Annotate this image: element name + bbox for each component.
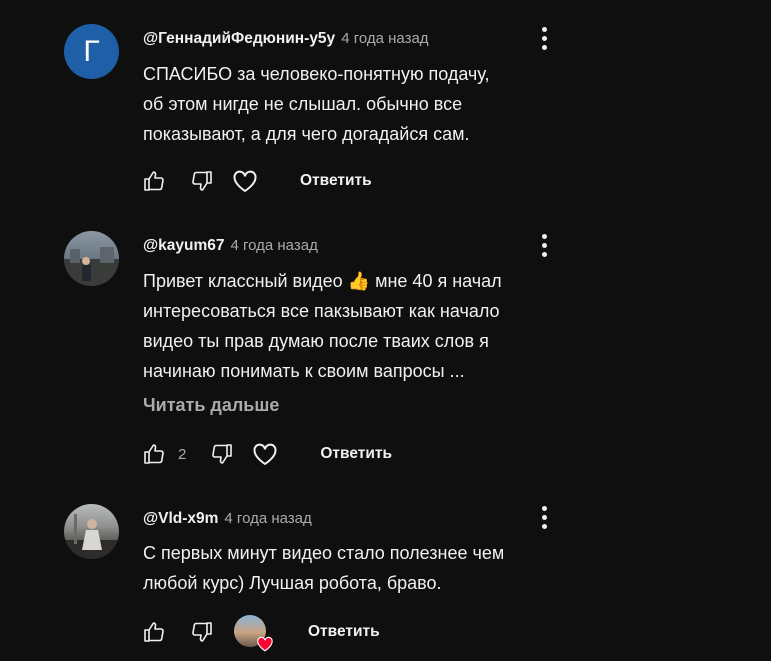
more-options-button[interactable] bbox=[533, 504, 555, 530]
reply-button[interactable]: Ответить bbox=[308, 623, 380, 641]
comment-actions: Ответить bbox=[142, 166, 372, 196]
dislike-button[interactable] bbox=[190, 169, 214, 193]
avatar[interactable] bbox=[64, 231, 119, 286]
avatar[interactable]: Г bbox=[64, 24, 119, 79]
thumb-up-icon bbox=[144, 622, 164, 642]
thumb-up-icon bbox=[144, 171, 164, 191]
thumb-up-icon bbox=[144, 444, 164, 464]
comment-line: начинаю понимать к своим вапросы ... bbox=[143, 361, 465, 381]
comment-line: видео ты прав думаю после тваих слов я bbox=[143, 331, 489, 351]
more-options-button[interactable] bbox=[533, 232, 555, 258]
comment-actions: 2 Ответить bbox=[142, 439, 392, 469]
heart-outline-icon bbox=[233, 170, 257, 193]
timestamp[interactable]: 4 года назад bbox=[341, 30, 428, 47]
comment-text: СПАСИБО за человеко-понятную подачу, об … bbox=[143, 59, 583, 149]
creator-heart-badge[interactable] bbox=[234, 615, 273, 652]
comment-line: показывают, а для чего догадайся сам. bbox=[143, 124, 470, 144]
comment-header: @kayum67 4 года назад bbox=[143, 237, 318, 255]
heart-button[interactable] bbox=[250, 439, 280, 469]
author-name[interactable]: @kayum67 bbox=[143, 237, 224, 255]
comment-line: СПАСИБО за человеко-понятную подачу, bbox=[143, 64, 490, 84]
avatar-letter: Г bbox=[83, 34, 100, 68]
reply-button[interactable]: Ответить bbox=[320, 445, 392, 463]
avatar[interactable] bbox=[64, 504, 119, 559]
heart-filled-icon bbox=[257, 636, 273, 652]
dislike-button[interactable] bbox=[210, 442, 234, 466]
heart-outline-icon bbox=[253, 443, 277, 466]
heart-button[interactable] bbox=[230, 166, 260, 196]
read-more-link[interactable]: Читать дальше bbox=[143, 395, 279, 416]
dislike-button[interactable] bbox=[190, 620, 214, 644]
like-button[interactable] bbox=[142, 442, 166, 466]
comment-text: Привет классный видео 👍 мне 40 я начал и… bbox=[143, 266, 583, 386]
comment-text: С первых минут видео стало полезнее чем … bbox=[143, 538, 583, 598]
thumb-down-icon bbox=[212, 444, 233, 464]
comment-line: об этом нигде не слышал. обычно все bbox=[143, 94, 463, 114]
timestamp[interactable]: 4 года назад bbox=[230, 237, 317, 254]
thumb-down-icon bbox=[192, 622, 212, 642]
comment-header: @Vld-x9m 4 года назад bbox=[143, 510, 312, 528]
user-photo-icon bbox=[64, 247, 119, 286]
thumb-down-icon bbox=[192, 171, 212, 191]
more-options-button[interactable] bbox=[533, 25, 555, 51]
comment-actions: Ответить bbox=[142, 614, 380, 652]
comment-header: @ГеннадийФедюнин-у5у 4 года назад bbox=[143, 30, 429, 48]
author-name[interactable]: @Vld-x9m bbox=[143, 510, 218, 528]
comment-line: С первых минут видео стало полезнее чем bbox=[143, 543, 505, 563]
reply-button[interactable]: Ответить bbox=[300, 172, 372, 190]
like-button[interactable] bbox=[142, 620, 166, 644]
more-vertical-icon bbox=[541, 26, 547, 32]
comment-line: любой курс) Лучшая робота, браво. bbox=[143, 573, 442, 593]
comment-line: интересоваться все пакзывают как начало bbox=[143, 301, 500, 321]
timestamp[interactable]: 4 года назад bbox=[224, 510, 311, 527]
author-name[interactable]: @ГеннадийФедюнин-у5у bbox=[143, 30, 335, 48]
more-vertical-icon bbox=[541, 505, 547, 511]
user-photo-icon bbox=[64, 514, 119, 559]
like-button[interactable] bbox=[142, 169, 166, 193]
like-count: 2 bbox=[178, 445, 187, 463]
more-vertical-icon bbox=[541, 233, 547, 239]
comment-line: Привет классный видео 👍 мне 40 я начал bbox=[143, 271, 502, 291]
